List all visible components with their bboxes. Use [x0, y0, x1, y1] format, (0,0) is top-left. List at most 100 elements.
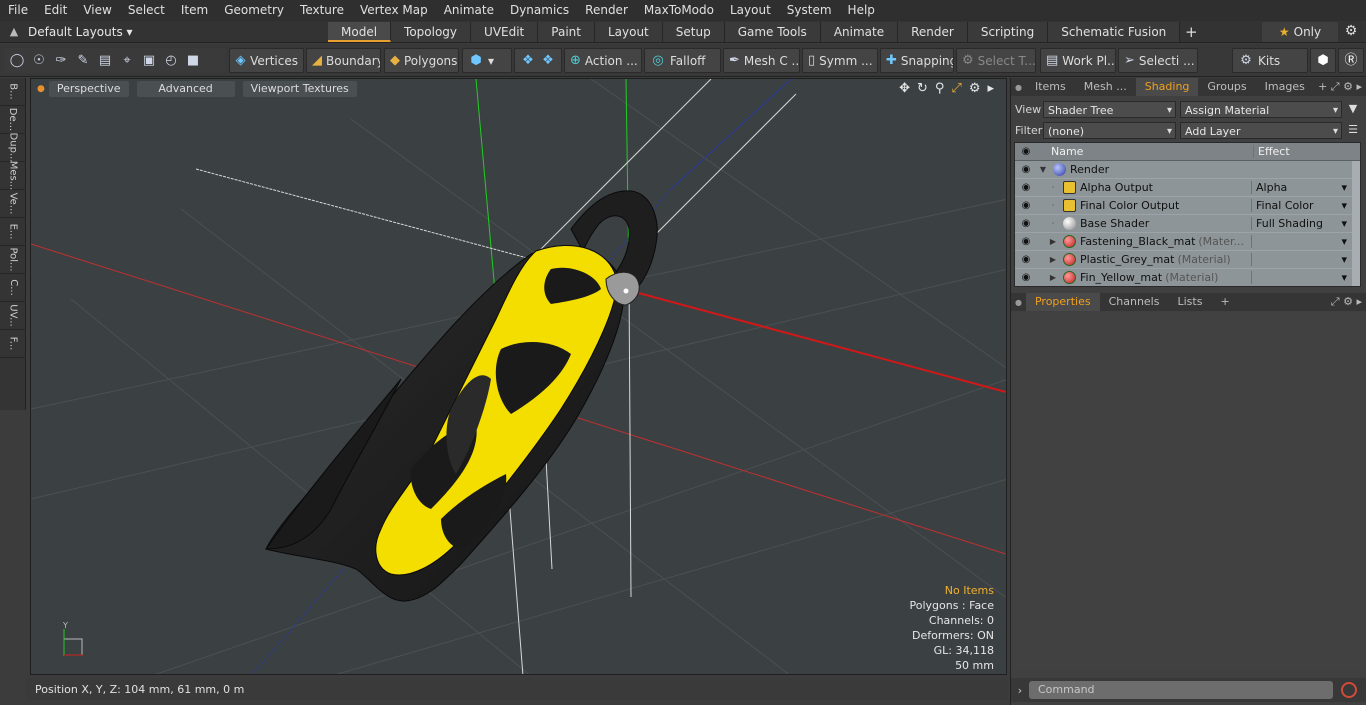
add-layer-select[interactable]: Add Layer — [1180, 121, 1342, 139]
layout-tab-animate[interactable]: Animate — [820, 22, 899, 42]
layout-tab-render[interactable]: Render — [898, 22, 968, 42]
panel-tab-images[interactable]: Images — [1256, 78, 1314, 96]
menu-item-system[interactable]: System — [779, 0, 840, 21]
layout-tab-layout[interactable]: Layout — [594, 22, 663, 42]
layout-select[interactable]: Default Layouts ▾ — [28, 25, 133, 39]
fin-model[interactable] — [265, 190, 658, 602]
gear-icon[interactable]: ⚙ — [1342, 23, 1360, 39]
rotate-icon[interactable]: ↻ — [917, 81, 928, 96]
shader-tree-row[interactable]: ◉ · Base Shader Full Shading ▾ — [1015, 215, 1360, 233]
assign-material-select[interactable]: Assign Material — [1180, 100, 1342, 118]
unity-button[interactable]: ⬢ — [1310, 48, 1336, 73]
timer-icon[interactable]: ◴ — [163, 53, 179, 69]
fit-icon[interactable]: ⤢ — [951, 81, 961, 96]
menu-item-geometry[interactable]: Geometry — [216, 0, 292, 21]
shader-tree-row[interactable]: ◉ ▶ Plastic_Grey_mat (Material) ▾ — [1015, 251, 1360, 269]
action-center-button[interactable]: ⊕ Action ... — [564, 48, 642, 73]
select-through-button[interactable]: ⚙ Select T... — [956, 48, 1036, 73]
properties-menu-dot-icon[interactable]: ● — [1011, 298, 1026, 307]
viewport-gear-icon[interactable]: ⚙ — [969, 81, 981, 96]
shader-tree-row[interactable]: ◉ ▶ Fin_Yellow_mat (Material) ▾ — [1015, 269, 1360, 286]
view-mode-button[interactable]: Perspective — [48, 81, 129, 97]
expand-toggle-icon[interactable]: ▶ — [1047, 273, 1059, 282]
menu-item-vertex-map[interactable]: Vertex Map — [352, 0, 436, 21]
record-icon[interactable] — [1341, 682, 1357, 698]
layout-tab-game-tools[interactable]: Game Tools — [724, 22, 821, 42]
globe-icon[interactable]: ☉ — [31, 53, 47, 69]
add-properties-tab-icon[interactable]: + — [1211, 293, 1238, 311]
material-mode-button[interactable]: ❖ ❖ — [514, 48, 562, 73]
eye-icon[interactable]: ◉ — [1015, 182, 1037, 193]
menu-item-render[interactable]: Render — [577, 0, 636, 21]
list-options-icon[interactable]: ☰ — [1346, 123, 1360, 137]
command-input[interactable]: Command — [1029, 681, 1333, 699]
viewport-3d[interactable]: Y ● Perspective Advanced Viewport Textur… — [30, 78, 1007, 675]
menu-item-help[interactable]: Help — [840, 0, 883, 21]
layout-tab-schematic-fusion[interactable]: Schematic Fusion — [1048, 22, 1181, 42]
polygons-button[interactable]: ◆ Polygons — [384, 48, 459, 73]
left-tab-6[interactable]: Pol... — [0, 246, 26, 274]
left-tab-3[interactable]: Mes... — [0, 161, 26, 190]
zoom-icon[interactable]: ⚲ — [935, 81, 945, 96]
properties-tab-lists[interactable]: Lists — [1168, 293, 1211, 311]
filter-select[interactable]: (none) — [1043, 121, 1176, 139]
panel-menu-dot-icon[interactable]: ● — [1011, 83, 1026, 92]
menu-item-item[interactable]: Item — [173, 0, 216, 21]
left-tab-9[interactable]: F... — [0, 330, 26, 358]
properties-tab-channels[interactable]: Channels — [1100, 293, 1169, 311]
selection-sets-button[interactable]: ➢ Selecti ... — [1118, 48, 1198, 73]
shader-tree-row[interactable]: ◉ · Alpha Output Alpha ▾ — [1015, 179, 1360, 197]
filter-funnel-icon[interactable]: ▼ — [1346, 102, 1360, 116]
eye-icon[interactable]: ◉ — [1015, 254, 1037, 265]
menu-item-file[interactable]: File — [0, 0, 36, 21]
eye-icon[interactable]: ◉ — [1015, 200, 1037, 211]
layout-tab-paint[interactable]: Paint — [538, 22, 595, 42]
shader-tree-row[interactable]: ◉ · Final Color Output Final Color ▾ — [1015, 197, 1360, 215]
effect-select[interactable]: Full Shading ▾ — [1251, 217, 1351, 230]
add-layout-tab-icon[interactable]: + — [1180, 22, 1202, 42]
scene-canvas[interactable]: Y — [31, 79, 1007, 675]
kits-button[interactable]: ⚙ Kits — [1232, 48, 1308, 73]
center-icon[interactable]: ⌖ — [119, 53, 135, 69]
layout-tab-uvedit[interactable]: UVEdit — [471, 22, 539, 42]
layout-tab-topology[interactable]: Topology — [391, 22, 472, 42]
shader-tree-row[interactable]: ◉ ▶ Fastening_Black_mat (Mater... ▾ — [1015, 233, 1360, 251]
effect-select[interactable]: ▾ — [1251, 253, 1351, 266]
layout-tab-scripting[interactable]: Scripting — [967, 22, 1049, 42]
shader-tree-scrollbar[interactable] — [1352, 161, 1360, 286]
stack-icon[interactable]: ▤ — [97, 53, 113, 69]
menu-item-view[interactable]: View — [75, 0, 119, 21]
effect-column-header[interactable]: Effect — [1253, 145, 1353, 158]
eye-icon[interactable]: ◉ — [1015, 236, 1037, 247]
layout-home-icon[interactable]: ▲ — [0, 25, 28, 38]
left-tab-1[interactable]: De... — [0, 106, 26, 134]
unreal-button[interactable]: Ⓡ — [1338, 48, 1364, 73]
only-toggle[interactable]: ★ Only — [1262, 22, 1338, 42]
eye-icon[interactable]: ◉ — [1015, 218, 1037, 229]
left-tab-4[interactable]: Ve... — [0, 190, 26, 218]
properties-expand-icon[interactable]: ▸ — [1356, 295, 1362, 308]
left-tab-7[interactable]: C... — [0, 274, 26, 302]
menu-item-texture[interactable]: Texture — [292, 0, 352, 21]
left-tab-2[interactable]: Dup... — [0, 133, 26, 162]
panel-tab-groups[interactable]: Groups — [1198, 78, 1255, 96]
menu-item-edit[interactable]: Edit — [36, 0, 75, 21]
menu-item-maxtomodo[interactable]: MaxToModo — [636, 0, 722, 21]
viewport-expand-icon[interactable]: ▸ — [987, 81, 994, 96]
left-tab-5[interactable]: E... — [0, 218, 26, 246]
viewport-menu-dot-icon[interactable]: ● — [37, 84, 45, 94]
panel-tab-shading[interactable]: Shading — [1135, 78, 1199, 96]
properties-maximize-icon[interactable]: ⤢ — [1331, 295, 1340, 308]
mesh-constraint-button[interactable]: ✒ Mesh C ... — [723, 48, 800, 73]
shader-tree-row[interactable]: ◉ ▼ Render — [1015, 161, 1360, 179]
boundary-button[interactable]: ◢ Boundary — [306, 48, 381, 73]
circle-select-icon[interactable]: ◯ — [9, 53, 25, 69]
advanced-button[interactable]: Advanced — [136, 81, 235, 97]
expand-toggle-icon[interactable]: ▶ — [1047, 237, 1059, 246]
view-select[interactable]: Shader Tree — [1043, 100, 1176, 118]
item-mode-button[interactable]: ⬢ ▾ — [462, 48, 512, 73]
expand-toggle-icon[interactable]: ▼ — [1037, 165, 1049, 174]
menu-item-layout[interactable]: Layout — [722, 0, 779, 21]
name-column-header[interactable]: Name — [1051, 145, 1253, 158]
panel-tab-mesh[interactable]: Mesh ... — [1075, 78, 1136, 96]
